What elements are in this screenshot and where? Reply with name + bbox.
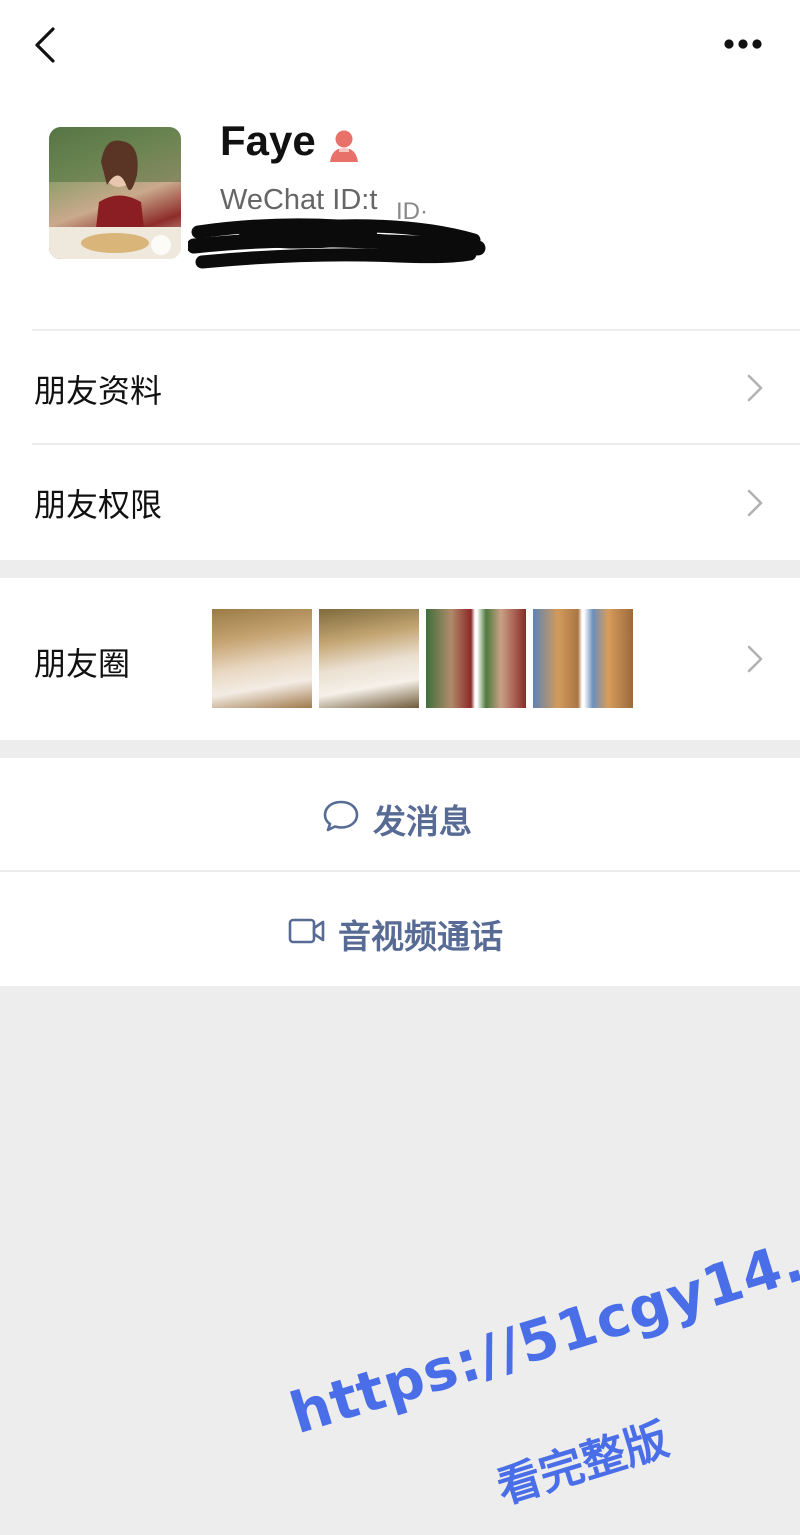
friend-permissions-label: 朋友权限 (34, 486, 163, 524)
avatar[interactable] (49, 127, 181, 259)
watermark-url: https://51cgy14.com (283, 1190, 800, 1448)
avatar-photo (49, 127, 181, 259)
moments-thumbnail[interactable] (533, 609, 633, 708)
voice-video-call-button[interactable]: 音视频通话 (0, 872, 800, 986)
moments-thumbnail[interactable] (426, 609, 526, 708)
more-dots-icon (724, 39, 762, 49)
chevron-right-icon (747, 489, 763, 517)
friend-profile-label: 朋友资料 (34, 372, 163, 410)
voice-video-call-label: 音视频通话 (338, 917, 503, 956)
send-message-label: 发消息 (373, 802, 472, 841)
moments-thumbnail[interactable] (319, 609, 419, 708)
more-button[interactable] (712, 22, 772, 66)
female-icon (326, 126, 362, 166)
chevron-left-icon (35, 27, 55, 63)
video-camera-icon (288, 918, 325, 944)
chevron-right-icon (747, 645, 763, 673)
friend-profile-row[interactable]: 朋友资料 (0, 331, 800, 443)
friend-permissions-row[interactable]: 朋友权限 (0, 445, 800, 558)
chevron-right-icon (747, 374, 763, 402)
profile-name: Faye (220, 117, 316, 164)
redaction-scribble (186, 214, 488, 278)
moments-label: 朋友圈 (34, 645, 131, 683)
wechat-id: WeChat ID:t (220, 184, 378, 216)
send-message-button[interactable]: 发消息 (0, 760, 800, 870)
back-button[interactable] (20, 20, 70, 70)
chat-bubble-icon (323, 800, 359, 832)
watermark-subtitle: 看完整版 (491, 1414, 675, 1515)
moments-thumbnail[interactable] (212, 609, 312, 708)
